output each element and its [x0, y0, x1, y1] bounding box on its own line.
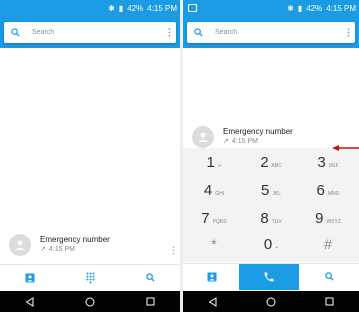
more-vert-icon[interactable] [162, 28, 176, 37]
dialpad: 1 ∞ 2 ABC 3 DEF 4 GHI 5 JKL 6 MNO 7 PQRS 8 TUV 9… [183, 148, 359, 262]
call-time: 4:15 PM [231, 138, 258, 145]
bluetooth-icon: ✱ [108, 4, 115, 13]
battery-level: 42% [306, 4, 323, 13]
contact-name: Emergency number [223, 127, 293, 136]
more-vert-icon[interactable] [341, 28, 355, 37]
contact-name: Emergency number [40, 235, 110, 244]
avatar [9, 234, 31, 256]
tab-search[interactable] [120, 265, 180, 290]
back-icon[interactable] [208, 296, 217, 307]
dialpad-icon [86, 272, 94, 283]
dialpad-key-3[interactable]: 3 DEF [299, 154, 357, 180]
dialpad-key-digit: 5 [261, 182, 270, 199]
dialpad-key-digit: 3 [317, 154, 326, 171]
home-icon[interactable] [85, 297, 95, 307]
dialpad-key-letters: JKL [272, 191, 281, 197]
call-time: 4:15 PM [48, 246, 75, 253]
dialpad-key-digit: 9 [315, 210, 324, 227]
dialpad-key-letters: DEF [328, 163, 339, 169]
dialer-screen-dialpad: ✱ ▮ 42% 4:15 PM Search Emergency number … [183, 0, 359, 312]
contacts-icon [207, 272, 217, 281]
dialpad-key-digit: 7 [201, 210, 210, 227]
dialpad-key-7[interactable]: 7 PQRS [185, 210, 243, 236]
dialpad-key-digit: 8 [260, 210, 269, 227]
avatar [192, 126, 214, 148]
tab-search[interactable] [300, 264, 359, 289]
app-bar: Search [183, 17, 359, 48]
dialpad-key-digit: 4 [203, 182, 213, 199]
dialpad-key-digit: # [324, 236, 332, 252]
annotation-arrow-icon [332, 145, 359, 151]
battery-icon: ▮ [297, 4, 303, 13]
app-bar: Search [0, 17, 180, 48]
outgoing-call-icon: ↗ [223, 138, 229, 145]
search-box[interactable]: Search [4, 22, 176, 43]
screenshot-icon [188, 4, 197, 12]
home-icon[interactable] [266, 297, 276, 307]
back-icon[interactable] [25, 296, 34, 307]
call-button[interactable] [239, 264, 299, 290]
dialpad-key-letters: ∞ [217, 163, 222, 169]
dialpad-key-6[interactable]: 6 MNO [299, 182, 357, 208]
clock: 4:15 PM [326, 4, 356, 13]
dialpad-key-letters: PQRS [212, 219, 227, 225]
dialpad-key-9[interactable]: 9 WXYZ [299, 210, 357, 236]
bluetooth-icon: ✱ [287, 4, 294, 13]
recents-icon[interactable] [325, 297, 334, 306]
dialpad-key-digit: 1 [206, 154, 215, 171]
dialer-screen-collapsed: ✱ ▮ 42% 4:15 PM Search Emergency number … [0, 0, 180, 312]
dialpad-key-letters: GHI [215, 191, 225, 197]
tab-dialpad[interactable] [60, 265, 120, 290]
dialpad-key-letters: TUV [271, 219, 282, 225]
status-bar: ✱ ▮ 42% 4:15 PM [183, 0, 359, 17]
dialpad-key-1[interactable]: 1 ∞ [185, 154, 243, 180]
dialpad-key-pound[interactable]: # [299, 236, 357, 262]
battery-icon: ▮ [118, 4, 124, 13]
dialpad-key-digit: 0 [263, 236, 273, 253]
contacts-icon [25, 273, 35, 282]
system-nav-bar [0, 291, 180, 312]
dialpad-key-0[interactable]: 0 + [242, 236, 300, 262]
status-bar: ✱ ▮ 42% 4:15 PM [0, 0, 180, 17]
dialpad-key-star[interactable]: * [185, 236, 243, 262]
more-vert-icon[interactable] [172, 242, 175, 260]
search-box[interactable]: Search [187, 22, 355, 43]
clock: 4:15 PM [147, 4, 177, 13]
recents-icon[interactable] [146, 297, 155, 306]
search-icon [325, 272, 334, 281]
dialpad-key-4[interactable]: 4 GHI [185, 182, 243, 208]
search-icon [145, 273, 155, 282]
dialpad-key-2[interactable]: 2 ABC [242, 154, 300, 180]
dialpad-key-letters: + [275, 245, 279, 251]
dialpad-key-letters: WXYZ [326, 219, 341, 225]
search-input[interactable]: Search [209, 29, 341, 36]
dialpad-key-digit: 2 [260, 154, 269, 171]
outgoing-call-icon: ↗ [40, 246, 46, 253]
bottom-tab-bar [0, 264, 180, 290]
search-icon [187, 28, 209, 37]
system-nav-bar [183, 291, 359, 312]
search-input[interactable]: Search [26, 29, 162, 36]
battery-level: 42% [127, 4, 144, 13]
dialpad-key-5[interactable]: 5 JKL [242, 182, 300, 208]
dialpad-key-digit: * [211, 236, 217, 252]
search-icon [4, 28, 26, 37]
dialpad-key-8[interactable]: 8 TUV [242, 210, 300, 236]
dialpad-key-letters: MNO [327, 191, 340, 197]
dialpad-key-letters: ABC [271, 163, 282, 169]
dialpad-key-digit: 6 [316, 182, 325, 199]
call-log-item[interactable]: Emergency number ↗ 4:15 PM [0, 230, 180, 260]
tab-contacts[interactable] [183, 264, 242, 289]
tab-contacts[interactable] [0, 265, 60, 290]
phone-icon [264, 272, 274, 282]
